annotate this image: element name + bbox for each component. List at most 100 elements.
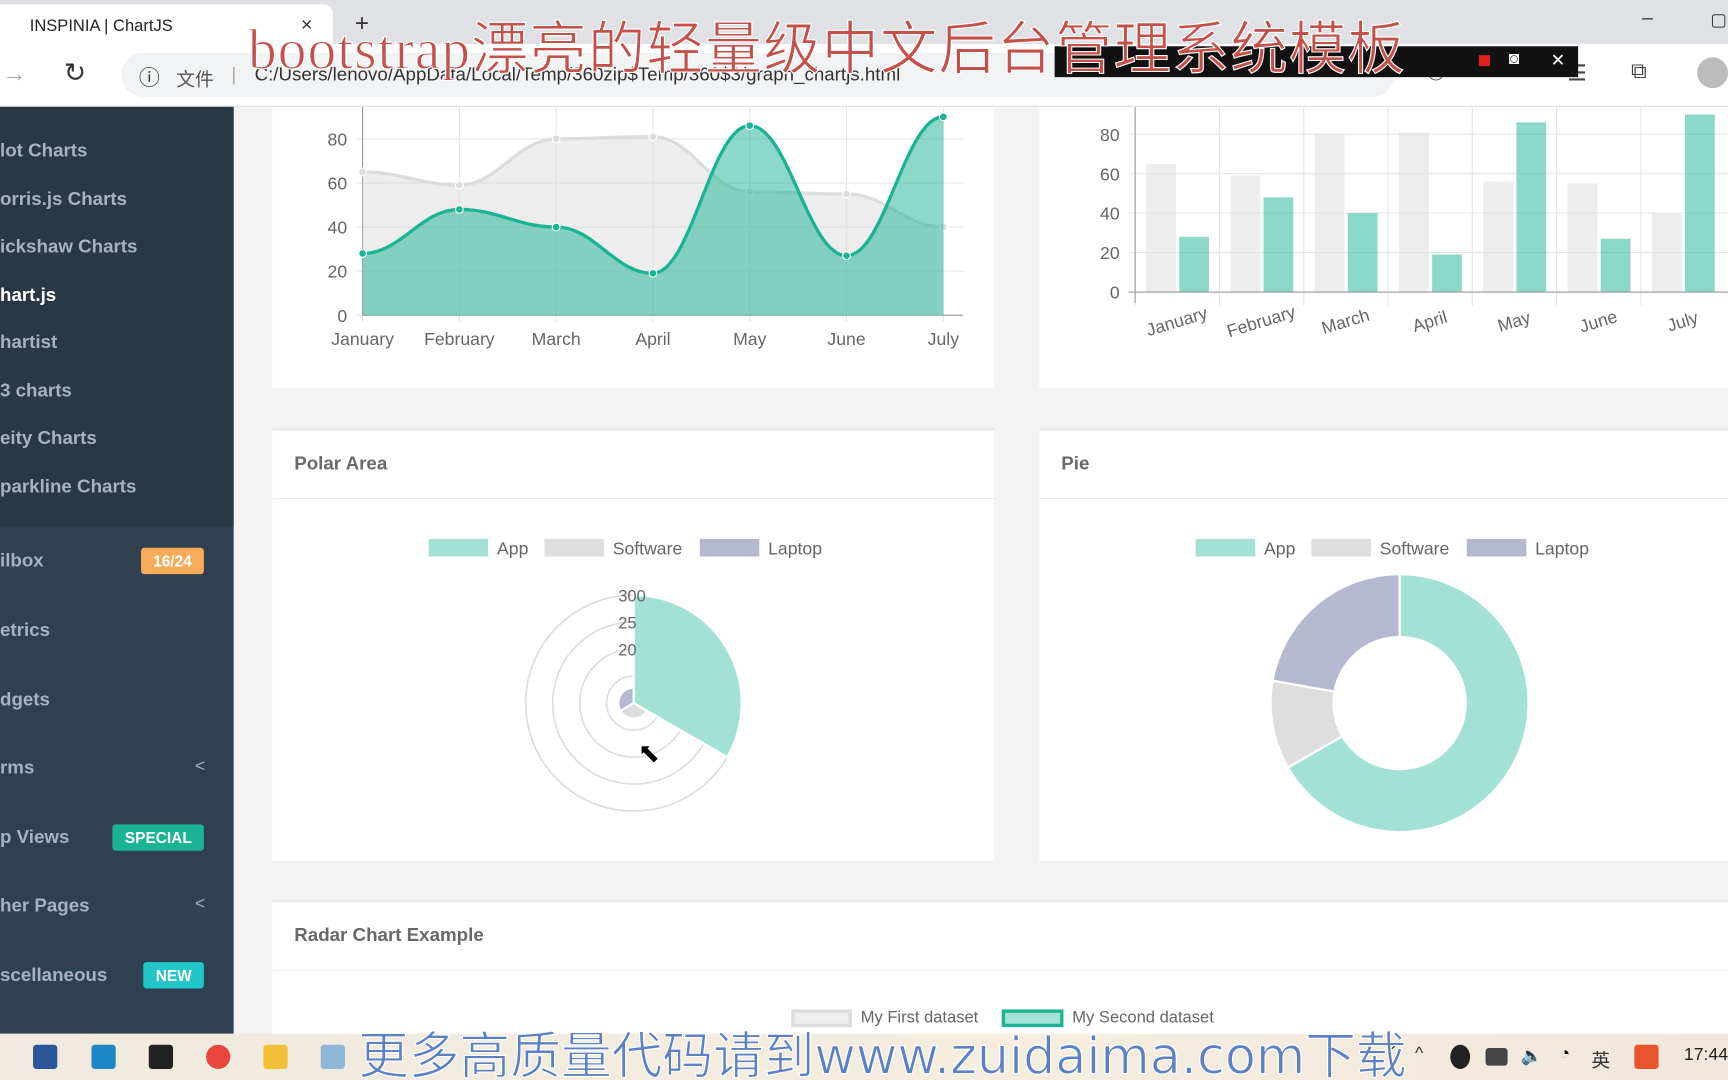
data-point[interactable] xyxy=(358,249,367,258)
sidebar-item-scellaneous[interactable]: scellaneous NEW xyxy=(0,960,234,991)
sidebar-item-rickshaw-charts[interactable]: ickshaw Charts xyxy=(0,236,137,258)
y-tick-label: 40 xyxy=(1100,204,1120,224)
tray-up-icon[interactable]: ^ xyxy=(1415,1045,1423,1065)
watermark-top: bootstrap漂亮的轻量级中文后台管理系统模板 xyxy=(247,18,1406,82)
polar-tick-label: 300 xyxy=(618,587,646,606)
polar-segment-app[interactable] xyxy=(632,593,743,759)
divider: | xyxy=(231,63,237,85)
x-tick-label: May xyxy=(733,329,766,349)
bar[interactable] xyxy=(1179,236,1209,293)
bar[interactable] xyxy=(1347,213,1378,293)
bar[interactable] xyxy=(1263,197,1294,293)
data-point[interactable] xyxy=(551,222,561,232)
bar-chart: 0 20 40 60 80 January February March April May Jun… xyxy=(1100,106,1728,341)
profile-avatar[interactable] xyxy=(1697,57,1728,89)
data-point[interactable] xyxy=(842,189,851,199)
bar[interactable] xyxy=(1516,122,1547,293)
terminal-icon[interactable] xyxy=(148,1044,174,1069)
refresh-icon[interactable]: ↻ xyxy=(64,57,86,89)
data-point[interactable] xyxy=(454,180,464,190)
bar[interactable] xyxy=(1146,163,1176,293)
ime-indicator[interactable]: 英 xyxy=(1591,1045,1610,1073)
sidebar-item-d3-charts[interactable]: 3 charts xyxy=(0,380,72,402)
sidebar-item-peity-charts[interactable]: eity Charts xyxy=(0,428,97,450)
sidebar-item-chart-js[interactable]: hart.js xyxy=(0,284,56,306)
media-player-icon[interactable] xyxy=(91,1044,116,1069)
data-point[interactable] xyxy=(648,268,658,278)
app-icon[interactable] xyxy=(320,1044,345,1069)
x-tick-label: July xyxy=(928,329,960,349)
file-explorer-icon[interactable] xyxy=(263,1044,288,1069)
sidebar-badge: SPECIAL xyxy=(112,824,204,851)
card-title: Radar Chart Example xyxy=(294,924,484,946)
battery-icon xyxy=(1485,1048,1508,1066)
sidebar-item-label: scellaneous xyxy=(0,964,108,986)
clock[interactable]: 17:44 xyxy=(1684,1046,1728,1066)
y-tick-label: 80 xyxy=(328,129,348,149)
legend-label-laptop[interactable]: Laptop xyxy=(768,538,822,558)
sidebar-item-ilbox[interactable]: ilbox 16/24 xyxy=(0,546,234,577)
charts-submenu xyxy=(0,106,234,527)
record-icon[interactable] xyxy=(1478,55,1490,67)
sidebar-item-her-pages[interactable]: her Pages < xyxy=(0,890,234,921)
sidebar-item-morris-js-charts[interactable]: orris.js Charts xyxy=(0,188,127,210)
sogou-icon[interactable] xyxy=(1634,1044,1659,1069)
forward-icon[interactable]: → xyxy=(2,60,26,89)
y-tick-label: 0 xyxy=(1110,283,1120,303)
bar-chart-card: 0 20 40 60 80 January February March April May Jun… xyxy=(1039,106,1728,388)
bar[interactable] xyxy=(1432,254,1462,293)
legend-swatch xyxy=(1466,538,1527,557)
data-point[interactable] xyxy=(358,167,367,177)
sidebar-item-label: her Pages xyxy=(0,894,90,916)
sidebar-item-dgets[interactable]: dgets xyxy=(0,684,234,715)
sidebar-item-rms[interactable]: rms < xyxy=(0,753,234,784)
camera-icon[interactable]: ◙ xyxy=(1509,50,1520,70)
pie-slice-laptop[interactable] xyxy=(1271,573,1401,693)
minimize-button[interactable]: – xyxy=(1642,7,1653,30)
data-point[interactable] xyxy=(745,121,755,131)
legend-label-software[interactable]: Software xyxy=(613,538,683,558)
polar-tick-label: 20 xyxy=(618,641,636,660)
legend-label-software[interactable]: Software xyxy=(1380,538,1450,558)
x-tick-label: June xyxy=(1577,306,1620,336)
bar[interactable] xyxy=(1483,181,1514,293)
data-point[interactable] xyxy=(842,251,851,261)
data-point[interactable] xyxy=(648,132,658,142)
close-icon[interactable]: ✕ xyxy=(1551,50,1566,72)
x-tick-label: April xyxy=(1410,307,1450,336)
volume-icon[interactable]: 🔈 xyxy=(1521,1045,1543,1067)
maximize-button[interactable]: ▢ xyxy=(1710,9,1727,31)
x-tick-label: March xyxy=(532,329,581,349)
chrome-icon[interactable] xyxy=(206,1044,231,1069)
x-tick-label: July xyxy=(1665,307,1701,335)
bar[interactable] xyxy=(1651,213,1682,293)
legend-label-app[interactable]: App xyxy=(1264,538,1296,558)
y-tick-label: 40 xyxy=(328,218,348,238)
bar[interactable] xyxy=(1567,183,1598,293)
wifi-icon[interactable]: ◔ xyxy=(1559,1045,1570,1065)
bar[interactable] xyxy=(1314,134,1345,293)
data-point[interactable] xyxy=(551,134,561,144)
bar[interactable] xyxy=(1230,175,1261,293)
legend-label-app[interactable]: App xyxy=(497,538,529,558)
x-tick-label: February xyxy=(1224,301,1297,341)
legend-label-laptop[interactable]: Laptop xyxy=(1535,538,1589,558)
sidebar-item-sparkline-charts[interactable]: parkline Charts xyxy=(0,476,136,498)
data-point[interactable] xyxy=(454,204,464,214)
card-header: Radar Chart Example xyxy=(272,903,1728,971)
polar-area-card: Polar Area App Software Laptop 300 25 20 xyxy=(272,427,995,861)
sidebar-item-label: rms xyxy=(0,757,35,779)
qq-icon[interactable] xyxy=(1450,1044,1471,1069)
sidebar-item-etrics[interactable]: etrics xyxy=(0,615,234,646)
sidebar-item-chartist[interactable]: hartist xyxy=(0,332,57,354)
sidebar-item-flot-charts[interactable]: lot Charts xyxy=(0,140,87,162)
data-point[interactable] xyxy=(938,112,948,122)
collections-icon[interactable]: ⧉ xyxy=(1631,60,1647,85)
info-icon[interactable]: ⓘ xyxy=(139,62,160,92)
sidebar-item-p-views[interactable]: p Views SPECIAL xyxy=(0,822,234,853)
bar[interactable] xyxy=(1600,238,1631,293)
word-icon[interactable] xyxy=(33,1044,58,1069)
bar[interactable] xyxy=(1399,132,1429,293)
line-chart: 0 20 40 60 80 January February March April May Jun… xyxy=(328,106,964,349)
bar[interactable] xyxy=(1685,114,1715,293)
